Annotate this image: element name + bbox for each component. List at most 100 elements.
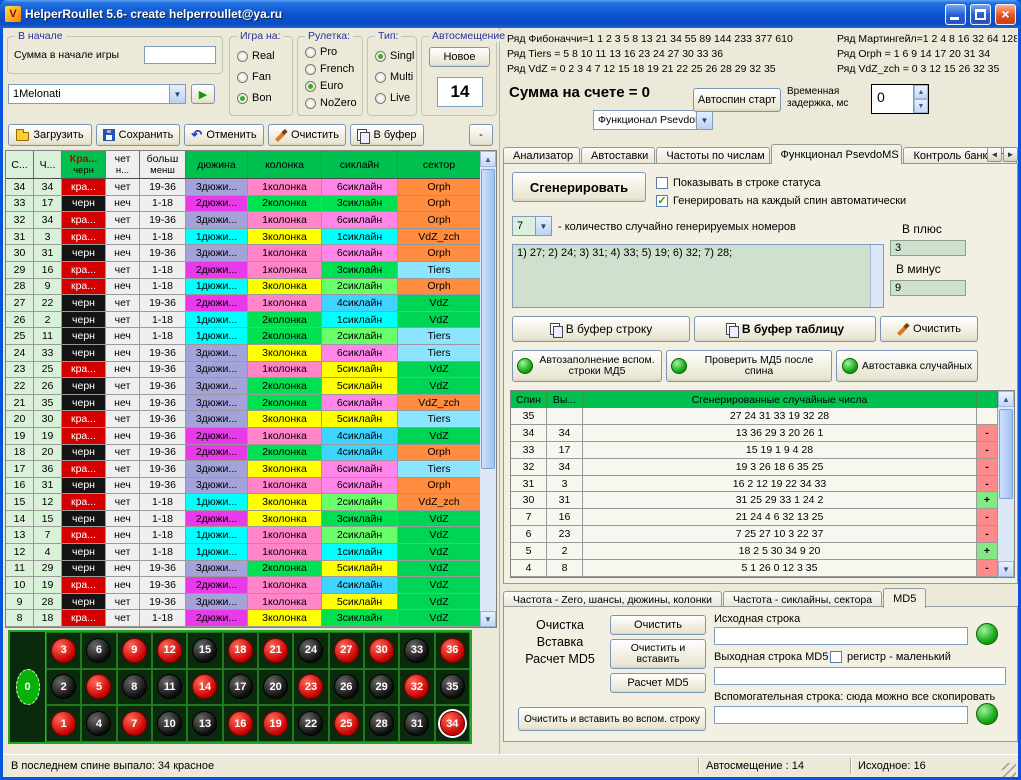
table-row[interactable]: 2135черннеч19-363дюжи...2колонка6сиклайн…: [6, 395, 480, 412]
table-row[interactable]: 1919кра...неч19-362дюжи...1колонка4сикла…: [6, 428, 480, 445]
table-row[interactable]: 1736кра...чет19-363дюжи...3колонка6сикла…: [6, 461, 480, 478]
checkbox-lowercase[interactable]: регистр - маленький: [830, 650, 951, 664]
autobet-random-button[interactable]: Автоставка случайных: [836, 350, 978, 382]
scroll-down-icon[interactable]: ▼: [998, 561, 1014, 577]
checkbox-auto-generate[interactable]: ✓ Генерировать на каждый спин автоматиче…: [656, 194, 906, 208]
start-sum-input[interactable]: [144, 46, 216, 64]
dropdown-arrow-icon[interactable]: ▼: [535, 217, 551, 235]
spins-row[interactable]: 31316 2 12 19 22 34 33-: [511, 476, 998, 493]
radio-euro[interactable]: Euro: [305, 79, 343, 93]
dropdown-arrow-icon[interactable]: ▼: [169, 85, 185, 103]
md5-clear-paste-helper-button[interactable]: Очистить и вставить во вспом. строку: [518, 707, 706, 731]
to-clipboard-button[interactable]: В буфер: [350, 124, 424, 146]
generated-textarea[interactable]: 1) 27; 2) 24; 3) 31; 4) 33; 5) 19; 6) 32…: [512, 244, 884, 308]
board-cell[interactable]: 14: [187, 669, 222, 706]
autospin-button[interactable]: Автоспин старт: [693, 88, 781, 112]
board-cell[interactable]: 18: [223, 632, 258, 669]
count-combo[interactable]: 7 ▼: [512, 216, 552, 236]
buffer-table-button[interactable]: В буфер таблицу: [694, 316, 876, 342]
scroll-track[interactable]: [998, 407, 1014, 561]
board-cell[interactable]: 17: [223, 669, 258, 706]
board-cell[interactable]: 23: [293, 669, 328, 706]
spins-row[interactable]: 71621 24 4 6 32 13 25-: [511, 509, 998, 526]
board-cell[interactable]: 12: [152, 632, 187, 669]
tab-number-freq[interactable]: Частоты по числам: [656, 147, 769, 164]
spins-row[interactable]: 331715 19 1 9 4 28-: [511, 442, 998, 459]
undo-button[interactable]: ↶Отменить: [184, 124, 264, 146]
board-cell[interactable]: 20: [258, 669, 293, 706]
table-row[interactable]: 2030кра...чет19-363дюжи...3колонка5сикла…: [6, 411, 480, 428]
board-cell[interactable]: 5: [81, 669, 116, 706]
clear-generated-button[interactable]: Очистить: [880, 316, 978, 342]
board-cell[interactable]: 33: [399, 632, 434, 669]
radio-singl[interactable]: Singl: [375, 49, 414, 63]
source-string-input[interactable]: [714, 627, 968, 645]
table-row[interactable]: 2916кра...чет1-182дюжи...1колонка3сиклай…: [6, 262, 480, 279]
board-cell[interactable]: 32: [399, 669, 434, 706]
board-cell[interactable]: 15: [187, 632, 222, 669]
table-row[interactable]: 2433черннеч19-363дюжи...3колонка6сиклайн…: [6, 345, 480, 362]
check-md5-button[interactable]: Проверить МД5 после спина: [666, 350, 832, 382]
table-row[interactable]: 2226чернчет19-363дюжи...2колонка5сиклайн…: [6, 378, 480, 395]
title-bar[interactable]: V HelperRoullet 5.6- create helperroulle…: [0, 0, 1021, 28]
radio-french[interactable]: French: [305, 62, 354, 76]
spins-row[interactable]: 303131 25 29 33 1 24 2+: [511, 492, 998, 509]
table-row[interactable]: 928чернчет19-363дюжи...1колонка5сиклайнV…: [6, 594, 480, 611]
tab-scroll-right-icon[interactable]: ►: [1003, 147, 1018, 162]
board-cell[interactable]: 24: [293, 632, 328, 669]
board-cell[interactable]: 30: [364, 632, 399, 669]
delay-spinner[interactable]: 0 ▲ ▼: [871, 84, 929, 114]
resize-grip[interactable]: [1002, 763, 1016, 777]
checkbox-show-status[interactable]: Показывать в строке статуса: [656, 176, 821, 190]
clear-button[interactable]: Очистить: [268, 124, 346, 146]
board-cell[interactable]: 27: [329, 632, 364, 669]
buffer-row-button[interactable]: В буфер строку: [512, 316, 690, 342]
minimize-button[interactable]: [945, 4, 966, 25]
tab-analyzer[interactable]: Анализатор: [503, 147, 580, 164]
table-row[interactable]: 1512кра...чет1-181дюжи...3колонка2сиклай…: [6, 494, 480, 511]
board-cell[interactable]: 7: [117, 705, 152, 742]
play-button[interactable]: ▶: [191, 84, 215, 104]
scroll-up-icon[interactable]: ▲: [998, 391, 1014, 407]
md5-clear-button[interactable]: Очистить: [610, 615, 706, 635]
table-row[interactable]: 3031черннеч19-363дюжи...1колонка6сиклайн…: [6, 245, 480, 262]
md5-calc-button[interactable]: Расчет MD5: [610, 673, 706, 693]
new-button[interactable]: Новое: [429, 47, 490, 67]
board-cell[interactable]: 6: [81, 632, 116, 669]
board-cell[interactable]: 35: [435, 669, 470, 706]
table-row[interactable]: 2722чернчет19-362дюжи...1колонка4сиклайн…: [6, 295, 480, 312]
board-cell[interactable]: 25: [329, 705, 364, 742]
board-cell[interactable]: 34: [435, 705, 470, 742]
spins-row[interactable]: 6237 25 27 10 3 22 37-: [511, 526, 998, 543]
md5-out-input[interactable]: [714, 667, 1006, 685]
scroll-down-icon[interactable]: ▼: [480, 611, 496, 627]
table-row[interactable]: 1820чернчет19-362дюжи...2колонка4сиклайн…: [6, 445, 480, 462]
board-cell[interactable]: 26: [329, 669, 364, 706]
tab-scroll-left-icon[interactable]: ◄: [987, 147, 1002, 162]
table-row[interactable]: 1631черннеч19-363дюжи...1колонка6сиклайн…: [6, 478, 480, 495]
board-cell[interactable]: 8: [117, 669, 152, 706]
table-row[interactable]: 1129черннеч19-363дюжи...2колонка5сиклайн…: [6, 561, 480, 578]
main-table-scrollbar[interactable]: ▲ ▼: [480, 151, 496, 627]
spins-scrollbar[interactable]: ▲ ▼: [998, 391, 1014, 577]
radio-bon[interactable]: Bon: [237, 91, 272, 105]
load-button[interactable]: Загрузить: [8, 124, 92, 146]
table-row[interactable]: 3434кра...чет19-363дюжи...1колонка6сикла…: [6, 179, 480, 196]
radio-live[interactable]: Live: [375, 91, 410, 105]
paste-green-icon[interactable]: [976, 623, 998, 645]
scroll-thumb[interactable]: [999, 409, 1013, 499]
table-row[interactable]: 313кра...неч1-181дюжи...3колонка1сиклайн…: [6, 229, 480, 246]
board-cell[interactable]: 11: [152, 669, 187, 706]
table-row[interactable]: 1415черннеч1-182дюжи...3колонка3сиклайнV…: [6, 511, 480, 528]
table-row[interactable]: 3234кра...чет19-363дюжи...1колонка6сикла…: [6, 212, 480, 229]
board-cell[interactable]: 36: [435, 632, 470, 669]
textarea-scrollbar[interactable]: [870, 245, 883, 307]
board-cell[interactable]: 13: [187, 705, 222, 742]
board-zero-cell[interactable]: 0: [10, 632, 46, 742]
scroll-up-icon[interactable]: ▲: [480, 151, 496, 167]
spinner-down-icon[interactable]: ▼: [914, 99, 928, 113]
board-cell[interactable]: 9: [117, 632, 152, 669]
spinner-up-icon[interactable]: ▲: [914, 85, 928, 99]
board-cell[interactable]: 29: [364, 669, 399, 706]
radio-multi[interactable]: Multi: [375, 70, 413, 84]
